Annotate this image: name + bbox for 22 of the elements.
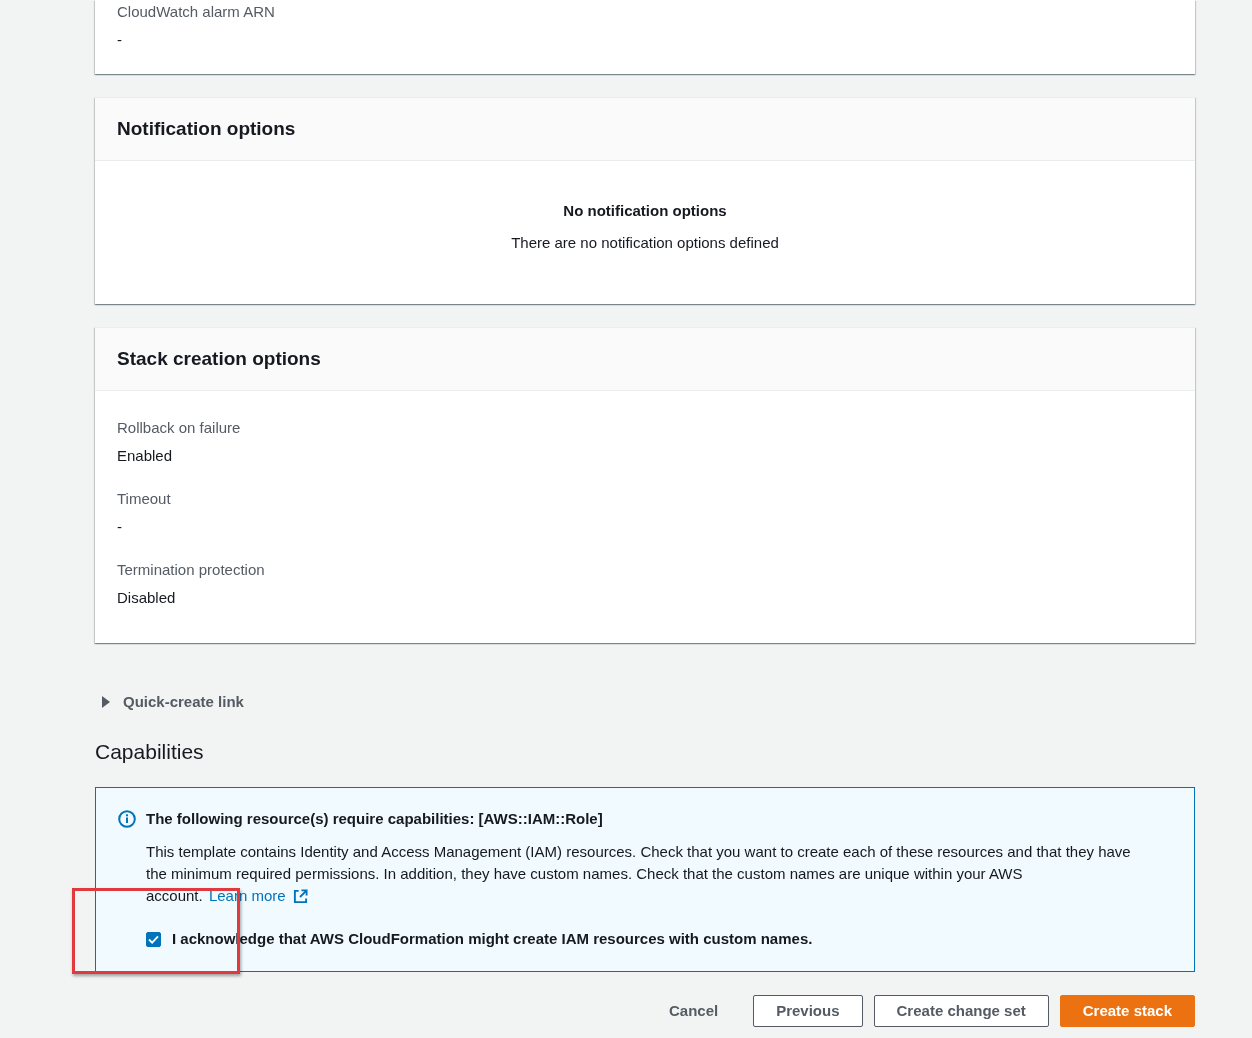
- info-icon: [118, 810, 136, 828]
- card-title: Stack creation options: [117, 347, 321, 371]
- field-label: Rollback on failure: [117, 418, 241, 438]
- field-value: -: [117, 30, 122, 50]
- empty-state-title: No notification options: [563, 201, 727, 221]
- field-label: Termination protection: [117, 560, 265, 580]
- action-button[interactable]: Previous: [753, 995, 863, 1027]
- field-label: CloudWatch alarm ARN: [117, 2, 275, 22]
- quick-create-link-toggle[interactable]: Quick-create link: [102, 692, 244, 712]
- external-link-icon: [292, 888, 308, 904]
- field-value: -: [117, 517, 122, 537]
- capabilities-heading: Capabilities: [95, 740, 204, 764]
- action-button[interactable]: Cancel: [647, 995, 740, 1027]
- empty-state-text: There are no notification options defined: [511, 233, 779, 253]
- action-button[interactable]: Create change set: [873, 995, 1049, 1027]
- alert-title: The following resource(s) require capabilities: [AWS::IAM::Role]: [146, 809, 603, 829]
- field-value: Enabled: [117, 446, 173, 466]
- checkmark-icon: [148, 934, 159, 944]
- field-value: Disabled: [117, 588, 176, 608]
- acknowledge-checkbox[interactable]: [146, 931, 161, 947]
- card-title: Notification options: [117, 117, 296, 141]
- field-label: Timeout: [117, 489, 171, 509]
